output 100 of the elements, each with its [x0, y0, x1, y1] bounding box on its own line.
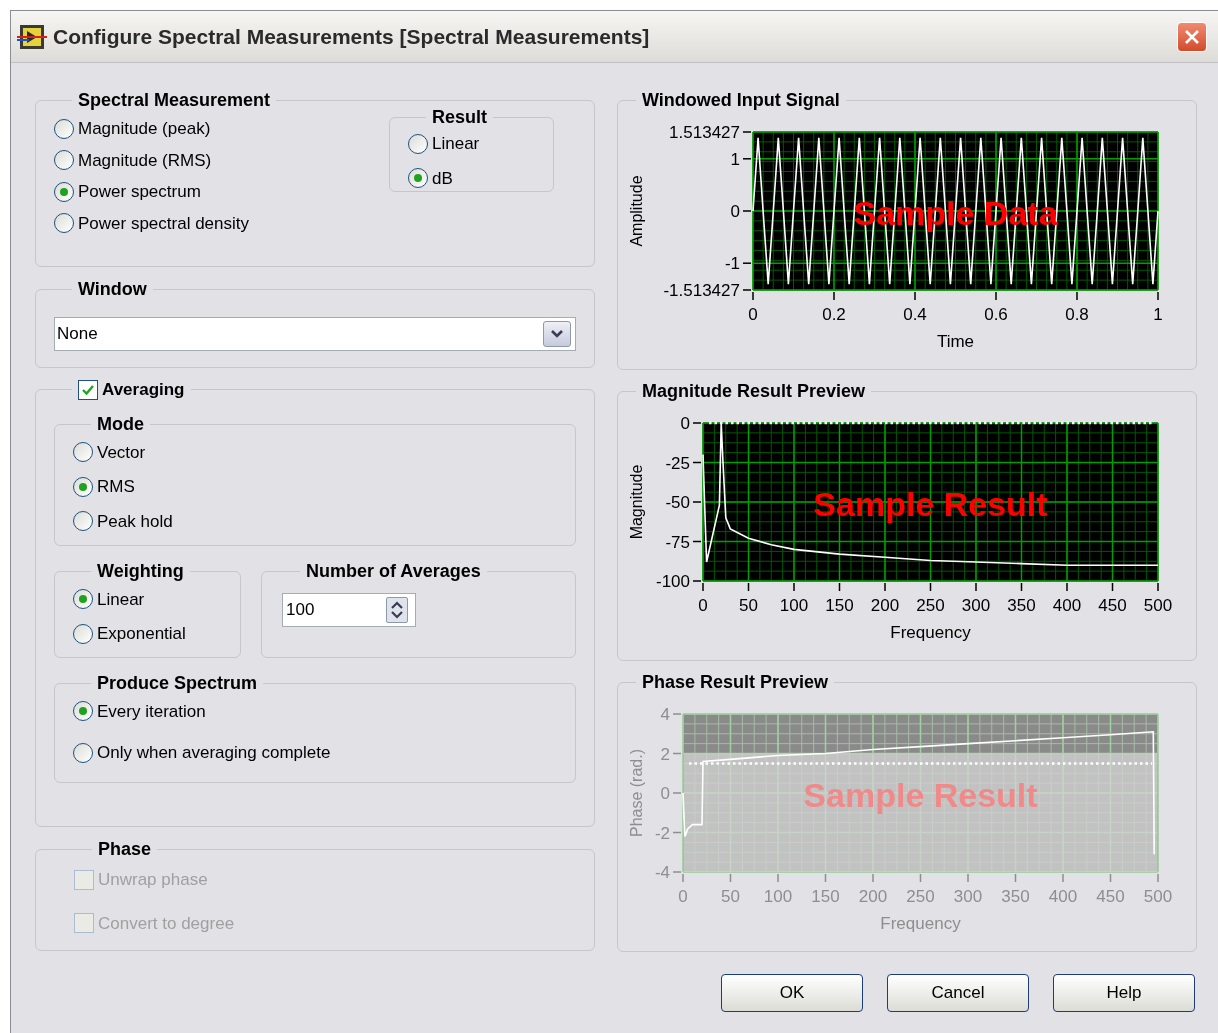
option-label: Peak hold [97, 510, 173, 533]
tick-label: 300 [953, 887, 983, 906]
tick-label: 100 [779, 596, 809, 615]
tick-label: 1 [730, 149, 740, 169]
tick-label: 0.4 [903, 305, 927, 324]
axis-label: Frequency [890, 623, 971, 642]
tick-label: 0 [730, 202, 740, 221]
group-title: Weighting [97, 560, 184, 581]
option-label: Unwrap phase [98, 869, 208, 891]
option-label: Power spectrum [78, 181, 201, 203]
group-title: Phase Result Preview [642, 672, 829, 692]
radio-button[interactable] [408, 168, 428, 189]
number-input[interactable]: 100 [286, 596, 386, 623]
tick-label: 100 [763, 887, 793, 906]
tick-label: 1 [1153, 305, 1163, 324]
tick-label: -2 [654, 823, 670, 843]
group-title: Produce Spectrum [97, 672, 258, 693]
chevron-down-icon [550, 329, 564, 339]
tick-label: 150 [825, 596, 854, 615]
close-button[interactable] [1177, 21, 1207, 52]
radio-button[interactable] [54, 181, 74, 202]
tick-label: -25 [665, 453, 690, 473]
tick-label: 50 [721, 887, 740, 906]
group-title: Mode [97, 413, 144, 434]
group-title: Phase [98, 839, 152, 859]
group-title: Magnitude Result Preview [642, 381, 866, 401]
tick-label: -100 [655, 572, 690, 591]
window-title: Configure Spectral Measurements [Spectral Measurements] [53, 23, 650, 50]
radio-button[interactable] [73, 589, 93, 610]
option-label: Magnitude (peak) [78, 118, 211, 140]
group-title: Number of Averages [306, 560, 481, 581]
axis-label: Amplitude [628, 175, 645, 247]
app-icon [17, 23, 47, 50]
option-label: Only when averaging complete [97, 742, 331, 764]
dialog-button[interactable]: Cancel [887, 974, 1029, 1012]
radio-button[interactable] [54, 213, 74, 234]
window-dropdown[interactable]: None [54, 317, 576, 351]
tick-label: -4 [654, 863, 670, 882]
tick-label: 0 [698, 596, 708, 615]
tick-label: 450 [1096, 887, 1125, 906]
radio-button[interactable] [73, 742, 93, 763]
option-label: dB [432, 167, 453, 190]
radio-button[interactable] [54, 118, 74, 139]
radio-button[interactable] [73, 442, 93, 463]
spinner-button[interactable] [386, 596, 408, 623]
dropdown-button[interactable] [543, 321, 571, 347]
tick-label: 0 [680, 414, 690, 433]
option-label: Linear [432, 133, 480, 155]
tick-label: 200 [870, 596, 900, 615]
dialog-button[interactable]: Help [1053, 974, 1195, 1012]
number-spinbox[interactable]: 100 [282, 592, 416, 627]
radio-button[interactable] [408, 133, 428, 154]
tick-label: 4 [660, 705, 670, 724]
tick-label: 0 [660, 784, 670, 803]
tick-label: 50 [739, 596, 758, 615]
tick-label: 250 [906, 887, 935, 906]
tick-label: 400 [1052, 596, 1082, 615]
tick-label: -1.513427 [663, 281, 740, 300]
option-label: Vector [97, 441, 146, 464]
axis-label: Phase (rad.) [628, 749, 645, 837]
group-title: Windowed Input Signal [642, 90, 840, 110]
option-label: Exponential [97, 623, 186, 645]
radio-button[interactable] [73, 511, 93, 532]
group-title: Spectral Measurement [78, 90, 271, 110]
tick-label: -1 [724, 254, 740, 274]
tick-label: 0 [748, 305, 758, 324]
tick-label: 0.2 [822, 305, 846, 324]
tick-label: 2 [660, 744, 670, 764]
tick-label: 1.513427 [669, 123, 740, 142]
tick-label: 0.6 [984, 305, 1008, 324]
checkbox[interactable] [78, 379, 98, 400]
option-label: Magnitude (RMS) [78, 149, 212, 172]
axis-label: Magnitude [628, 464, 645, 540]
overlay-label: Sample Result [803, 776, 1038, 814]
tick-label: 350 [1001, 887, 1030, 906]
group-title: Result [432, 107, 487, 127]
tick-label: 500 [1143, 596, 1173, 615]
tick-label: 300 [961, 596, 991, 615]
close-icon [1184, 28, 1200, 45]
tick-label: 0 [678, 887, 688, 906]
option-label: Convert to degree [98, 912, 235, 935]
group-title: Window [78, 279, 147, 299]
tick-label: 400 [1048, 887, 1078, 906]
axis-label: Time [936, 332, 975, 351]
tick-label: 500 [1143, 887, 1173, 906]
tick-label: 200 [858, 887, 888, 906]
tick-label: -75 [665, 532, 690, 552]
option-label: Every iteration [97, 700, 206, 723]
option-label: Averaging [102, 379, 185, 401]
option-label: RMS [97, 476, 135, 498]
tick-label: -50 [665, 493, 690, 512]
tick-label: 450 [1098, 596, 1127, 615]
radio-button[interactable] [73, 701, 93, 722]
dialog-button[interactable]: OK [721, 974, 863, 1012]
option-label: Linear [97, 588, 145, 611]
radio-button[interactable] [73, 476, 93, 497]
tick-label: 0.8 [1065, 305, 1089, 324]
radio-button[interactable] [73, 623, 93, 644]
tick-label: 250 [916, 596, 945, 615]
radio-button[interactable] [54, 150, 74, 171]
